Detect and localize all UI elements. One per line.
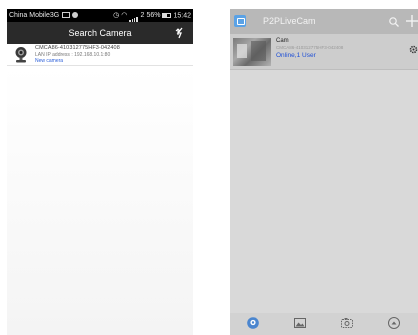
page-title: Search Camera [68,28,132,38]
tab-records[interactable] [324,313,371,335]
refresh-icon[interactable] [173,26,187,40]
app-logo-icon [234,15,246,27]
tab-camera[interactable] [230,313,277,335]
picture-tab-icon [293,316,307,330]
search-icon[interactable] [388,15,400,27]
add-camera-button[interactable] [406,11,418,31]
carrier-label: China Mobile3G [9,9,79,22]
notification-icon [72,12,79,19]
status-bar: China Mobile3G ◷ ◠ 2 56% 15:42 [7,9,193,22]
tab-more[interactable] [371,313,418,335]
network-label: 2 [140,12,145,19]
app-header: P2PLiveCam [230,9,418,34]
empty-list-area [7,66,193,335]
camera-status: New camera [35,58,64,64]
battery-percent: 56% [146,12,161,19]
camera-online-status: Online,1 User [276,52,316,59]
tab-pictures[interactable] [277,313,324,335]
bottom-tab-bar [230,313,418,335]
camera-name: Cam [276,38,289,44]
signal-icon [129,9,138,22]
camera-list-item[interactable]: Cam CMCA86-410312775HF3-042408 Online,1 … [230,34,418,70]
camera-list-item[interactable]: CMCA86-410312775HF3-042408 LAN IP addres… [7,44,193,66]
wifi-icon: ◠ [121,12,128,19]
image-notification-icon [62,12,71,19]
p2plivecam-screen: P2PLiveCam Cam CMCA86-410312775HF3-04240… [230,9,418,335]
title-bar: Search Camera [7,22,193,44]
battery-icon [162,13,172,18]
alarm-icon: ◷ [113,12,120,19]
camera-id: CMCA86-410312775HF3-042408 [276,45,344,50]
status-icons: ◷ ◠ 2 56% 15:42 [113,9,191,22]
app-title: P2PLiveCam [263,16,316,26]
clock: 15:42 [173,12,191,20]
camera-thumbnail [233,38,271,66]
screenshot-canvas: China Mobile3G ◷ ◠ 2 56% 15:42 Search Camera [0,0,418,335]
camera-name: CMCA86-410312775HF3-042408 [35,45,120,51]
gear-icon[interactable] [409,41,418,54]
camera-tab-icon [246,316,260,330]
more-tab-icon [387,316,401,330]
search-camera-screen: China Mobile3G ◷ ◠ 2 56% 15:42 Search Camera [7,9,193,335]
record-tab-icon [340,316,354,330]
camera-list-area [230,71,418,313]
webcam-icon [13,46,29,63]
